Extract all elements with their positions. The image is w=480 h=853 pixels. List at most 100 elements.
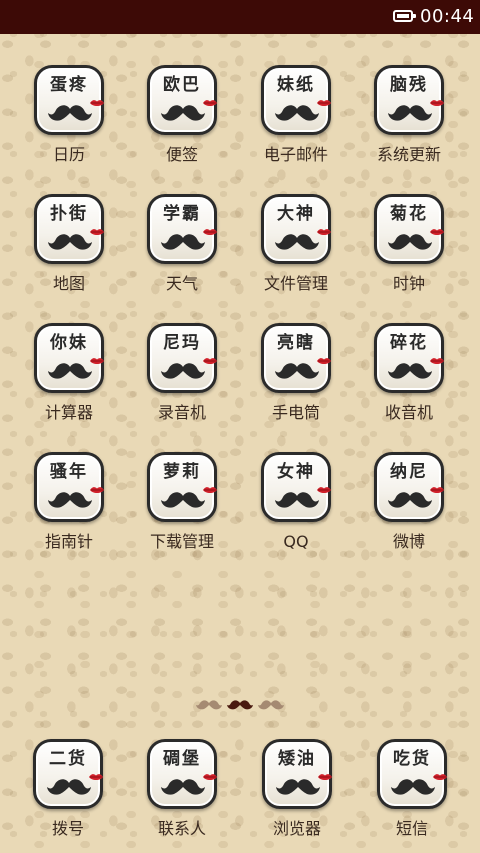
tile-text: 吃货 [393, 749, 431, 769]
lips-icon [203, 774, 217, 780]
dock-messages[interactable]: 吃货 短信 [357, 739, 467, 849]
tile-text: 矮油 [278, 749, 316, 769]
app-label: 电子邮件 [263, 145, 328, 164]
app-calculator[interactable]: 你妹 计算器 [14, 323, 124, 433]
app-qq[interactable]: 女神 QQ [241, 452, 351, 562]
app-label: 日历 [52, 145, 85, 164]
mustache-icon [161, 363, 205, 379]
lips-icon [203, 358, 217, 364]
app-label: 联系人 [157, 819, 206, 838]
app-tile: 纳尼 [374, 452, 444, 522]
mustache-icon [275, 105, 319, 121]
mustache-icon [388, 105, 432, 121]
app-tile: 萝莉 [147, 452, 217, 522]
app-label: 地图 [52, 274, 85, 293]
mustache-icon [48, 363, 92, 379]
dock-browser[interactable]: 矮油 浏览器 [242, 739, 352, 849]
app-tile: 亮瞎 [261, 323, 331, 393]
tile-text: 学霸 [163, 204, 201, 224]
mustache-icon [388, 234, 432, 250]
app-weather[interactable]: 学霸 天气 [127, 194, 237, 304]
status-clock: 00:44 [420, 6, 475, 27]
app-tile: 你妹 [34, 323, 104, 393]
tile-text: 蛋疼 [50, 75, 88, 95]
mustache-icon [48, 234, 92, 250]
lips-icon [90, 358, 104, 364]
app-tile: 矮油 [262, 739, 332, 809]
app-label: 手电筒 [271, 403, 320, 422]
lips-icon [90, 487, 104, 493]
app-download-manager[interactable]: 萝莉 下载管理 [127, 452, 237, 562]
tile-text: 萝莉 [163, 462, 201, 482]
lips-icon [317, 229, 331, 235]
status-bar: 00:44 [0, 0, 480, 34]
app-tile: 二货 [33, 739, 103, 809]
tile-text: 尼玛 [163, 333, 201, 353]
app-tile: 菊花 [374, 194, 444, 264]
lips-icon [90, 100, 104, 106]
app-tile: 碎花 [374, 323, 444, 393]
app-compass[interactable]: 骚年 指南针 [14, 452, 124, 562]
lips-icon [433, 774, 447, 780]
tile-text: 妹纸 [277, 75, 315, 95]
tile-text: 纳尼 [390, 462, 428, 482]
app-tile: 扑街 [34, 194, 104, 264]
lips-icon [90, 229, 104, 235]
mustache-icon [388, 492, 432, 508]
app-weibo[interactable]: 纳尼 微博 [354, 452, 464, 562]
app-tile: 欧巴 [147, 65, 217, 135]
page-dot-3-mustache-icon [258, 700, 284, 710]
app-tile: 脑残 [374, 65, 444, 135]
tile-text: 亮瞎 [277, 333, 315, 353]
lips-icon [430, 487, 444, 493]
tile-text: 碎花 [390, 333, 428, 353]
mustache-icon [161, 779, 205, 795]
app-system-update[interactable]: 脑残 系统更新 [354, 65, 464, 175]
mustache-icon [161, 492, 205, 508]
lips-icon [318, 774, 332, 780]
mustache-icon [388, 363, 432, 379]
tile-text: 女神 [277, 462, 315, 482]
mustache-icon [275, 363, 319, 379]
app-tile: 尼玛 [147, 323, 217, 393]
app-label: 下载管理 [149, 532, 214, 551]
app-label: 天气 [165, 274, 198, 293]
app-label: 计算器 [44, 403, 93, 422]
app-notes[interactable]: 欧巴 便签 [127, 65, 237, 175]
app-recorder[interactable]: 尼玛 录音机 [127, 323, 237, 433]
lips-icon [430, 358, 444, 364]
app-clock[interactable]: 菊花 时钟 [354, 194, 464, 304]
page-dot-2-mustache-icon [227, 700, 253, 710]
dock-contacts[interactable]: 碉堡 联系人 [127, 739, 237, 849]
app-label: 短信 [395, 819, 428, 838]
mustache-icon [47, 779, 91, 795]
tile-text: 菊花 [390, 204, 428, 224]
app-label: 系统更新 [376, 145, 441, 164]
app-label: 指南针 [44, 532, 93, 551]
lips-icon [317, 487, 331, 493]
page-indicator[interactable] [196, 697, 284, 713]
tile-text: 扑街 [50, 204, 88, 224]
app-label: 录音机 [157, 403, 206, 422]
app-tile: 妹纸 [261, 65, 331, 135]
app-file-manager[interactable]: 大神 文件管理 [241, 194, 351, 304]
tile-text: 碉堡 [163, 749, 201, 769]
app-calendar[interactable]: 蛋疼 日历 [14, 65, 124, 175]
app-tile: 碉堡 [147, 739, 217, 809]
lips-icon [89, 774, 103, 780]
app-radio[interactable]: 碎花 收音机 [354, 323, 464, 433]
tile-text: 骚年 [50, 462, 88, 482]
app-label: 拨号 [51, 819, 84, 838]
app-tile: 学霸 [147, 194, 217, 264]
tile-text: 大神 [277, 204, 315, 224]
app-tile: 蛋疼 [34, 65, 104, 135]
mustache-icon [391, 779, 435, 795]
app-maps[interactable]: 扑街 地图 [14, 194, 124, 304]
mustache-icon [275, 234, 319, 250]
page-dot-1-mustache-icon [196, 700, 222, 710]
app-flashlight[interactable]: 亮瞎 手电筒 [241, 323, 351, 433]
lips-icon [430, 229, 444, 235]
dock-phone[interactable]: 二货 拨号 [13, 739, 123, 849]
app-email[interactable]: 妹纸 电子邮件 [241, 65, 351, 175]
lips-icon [430, 100, 444, 106]
